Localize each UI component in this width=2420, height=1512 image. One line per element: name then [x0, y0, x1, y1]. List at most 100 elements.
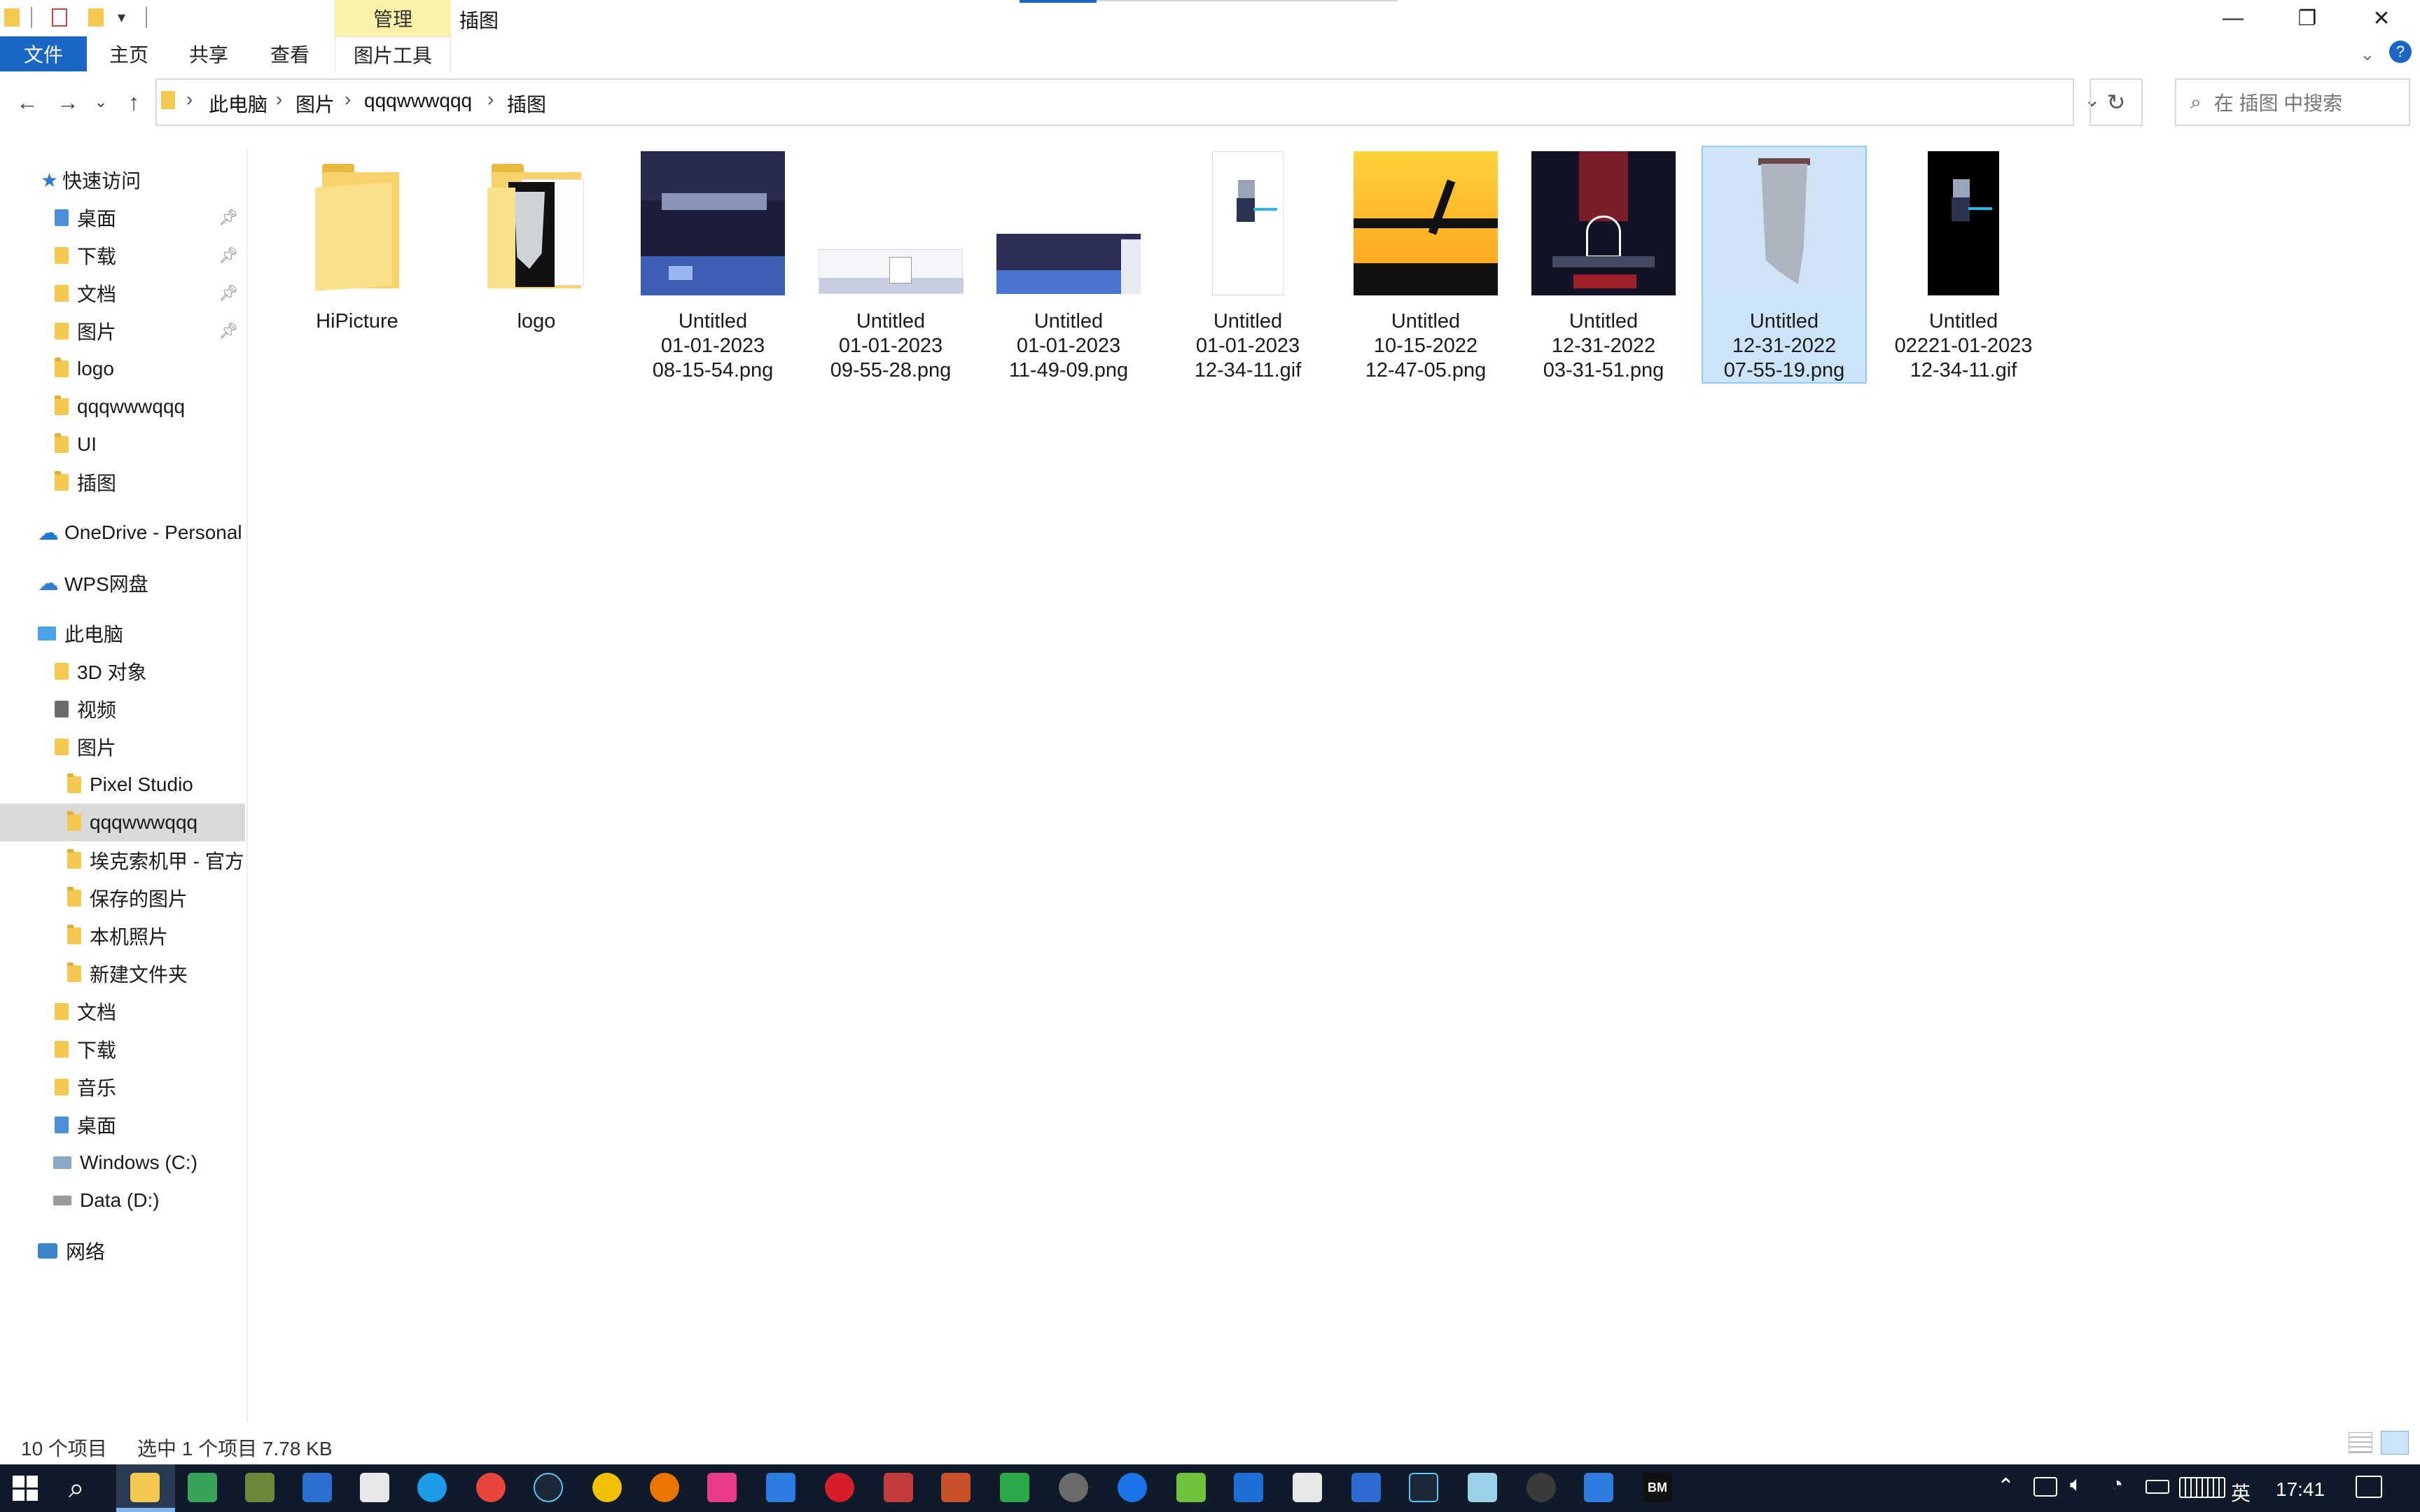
sidebar-item-pc-desktop[interactable]: 桌面 — [0, 1106, 245, 1144]
app-triangle-icon[interactable] — [1176, 1473, 1206, 1502]
sidebar-item-ui[interactable]: UI — [0, 426, 245, 463]
recent-locations-button[interactable]: ⌄ — [87, 83, 115, 122]
properties-icon[interactable] — [52, 8, 67, 27]
wifi-icon[interactable]: ◔ — [2110, 1473, 2123, 1497]
tray-app-icon[interactable] — [2033, 1477, 2057, 1497]
breadcrumb-pictures[interactable]: 图片 — [295, 90, 335, 118]
restore-button[interactable]: ❐ — [2270, 0, 2344, 36]
search-input[interactable]: ⌕ 在 插图 中搜索 — [2175, 78, 2410, 126]
sidebar-item-documents[interactable]: 文档 📌︎ — [0, 274, 245, 312]
app-window-icon[interactable] — [302, 1473, 332, 1502]
file-item-image[interactable]: Untitled 10-15-2022 12-47-05.png — [1343, 147, 1508, 385]
customize-quick-access-icon[interactable]: ▾ — [118, 8, 125, 27]
breadcrumb-separator-icon[interactable]: › — [186, 88, 193, 111]
breadcrumb-separator-icon[interactable]: › — [487, 88, 494, 111]
volume-icon[interactable]: 🔈︎ — [2070, 1473, 2082, 1497]
sidebar-item-downloads[interactable]: 下载 📌︎ — [0, 237, 245, 274]
sidebar-item-wps-drive[interactable]: ☁ WPS网盘 — [0, 564, 245, 602]
sidebar-item-exo-mecha[interactable]: 埃克索机甲 - 官方 — [0, 841, 245, 879]
sidebar-item-new-folder[interactable]: 新建文件夹 — [0, 955, 245, 993]
app-minecraft-icon[interactable] — [245, 1473, 274, 1502]
sidebar-item-pc-pictures[interactable]: 图片 — [0, 728, 245, 766]
tab-picture-tools[interactable]: 图片工具 — [335, 36, 451, 71]
sidebar-item-3d-objects[interactable]: 3D 对象 — [0, 652, 245, 690]
breadcrumb-qqqwwwqqq[interactable]: qqqwwwqqq — [364, 90, 472, 112]
sidebar-item-this-pc[interactable]: 此电脑 — [0, 615, 245, 652]
ime-indicator[interactable]: 英 — [2231, 1478, 2251, 1506]
app-red-icon[interactable] — [884, 1473, 913, 1502]
app-ps-icon[interactable] — [707, 1473, 737, 1502]
chrome-icon[interactable] — [476, 1473, 506, 1502]
details-view-icon[interactable] — [2349, 1432, 2372, 1453]
sidebar-item-desktop[interactable]: 桌面 📌︎ — [0, 199, 245, 237]
file-item-image-selected[interactable]: Untitled 12-31-2022 07-55-19.png — [1702, 146, 1867, 384]
store-icon[interactable] — [1293, 1473, 1322, 1502]
file-item-gif[interactable]: Untitled 02221-01-2023 12-34-11.gif — [1881, 147, 2046, 385]
sidebar-item-saved-pictures[interactable]: 保存的图片 — [0, 879, 245, 917]
sidebar-item-network[interactable]: 网络 — [0, 1232, 245, 1270]
app-yellow-icon[interactable] — [592, 1473, 622, 1502]
file-item-image[interactable]: Untitled 01-01-2023 09-55-28.png — [808, 147, 973, 385]
sidebar-item-logo[interactable]: logo — [0, 350, 245, 388]
file-explorer-icon[interactable] — [130, 1473, 160, 1502]
app-leaf-icon[interactable] — [188, 1473, 217, 1502]
large-icons-view-icon[interactable] — [2381, 1431, 2409, 1455]
sidebar-item-pixel-studio[interactable]: Pixel Studio — [0, 766, 245, 804]
app-bm-icon[interactable]: BM — [1643, 1473, 1672, 1502]
file-item-folder-logo[interactable]: logo — [454, 147, 619, 385]
steam-2-icon[interactable] — [1409, 1473, 1438, 1502]
notification-center-icon[interactable] — [2356, 1476, 2382, 1498]
keyboard-icon[interactable] — [2179, 1477, 2225, 1498]
sidebar-item-drive-c[interactable]: Windows (C:) — [0, 1144, 245, 1182]
breadcrumb-this-pc[interactable]: 此电脑 — [209, 90, 267, 118]
breadcrumb-separator-icon[interactable]: › — [345, 88, 351, 111]
breadcrumb-current[interactable]: 插图 — [507, 90, 546, 118]
tab-file[interactable]: 文件 — [0, 36, 87, 71]
sidebar-item-drive-d[interactable]: Data (D:) — [0, 1182, 245, 1219]
breadcrumb-separator-icon[interactable]: › — [276, 88, 282, 111]
settings-gear-icon[interactable] — [1059, 1473, 1088, 1502]
blender-icon[interactable] — [650, 1473, 679, 1502]
search-icon[interactable]: ⌕ — [69, 1473, 84, 1504]
file-item-image[interactable]: Untitled 01-01-2023 11-49-09.png — [986, 147, 1151, 385]
file-item-image[interactable]: Untitled 12-31-2022 03-31-51.png — [1521, 147, 1686, 385]
new-folder-icon[interactable] — [88, 8, 104, 27]
battery-icon[interactable] — [2146, 1480, 2169, 1494]
photos-icon[interactable] — [1351, 1473, 1381, 1502]
sidebar-item-videos[interactable]: 视频 — [0, 690, 245, 728]
sidebar-item-pc-downloads[interactable]: 下载 — [0, 1030, 245, 1068]
up-button[interactable]: ↑ — [116, 83, 151, 122]
netease-music-icon[interactable] — [825, 1473, 854, 1502]
back-button[interactable]: ← — [10, 83, 45, 122]
help-icon[interactable]: ? — [2389, 41, 2412, 63]
sidebar-item-qqqwwwqqq-selected[interactable]: qqqwwwqqq — [0, 804, 245, 841]
file-item-image[interactable]: Untitled 01-01-2023 08-15-54.png — [630, 147, 795, 385]
app-disc-icon[interactable] — [1527, 1473, 1556, 1502]
steam-icon[interactable] — [534, 1473, 563, 1502]
start-windows-icon[interactable] — [13, 1476, 38, 1501]
sidebar-item-qqqwwwqqq[interactable]: qqqwwwqqq — [0, 388, 245, 426]
sidebar-item-music[interactable]: 音乐 — [0, 1068, 245, 1106]
tab-view[interactable]: 查看 — [259, 36, 321, 71]
file-item-gif[interactable]: Untitled 01-01-2023 12-34-11.gif — [1165, 147, 1330, 385]
expand-ribbon-icon[interactable]: ⌄ — [2360, 43, 2375, 65]
file-item-folder-hipicture[interactable]: HiPicture — [274, 147, 440, 385]
edge-icon[interactable] — [417, 1473, 447, 1502]
sidebar-item-pictures[interactable]: 图片 📌︎ — [0, 312, 245, 350]
refresh-button[interactable]: ↻ — [2089, 78, 2143, 126]
app-face-icon[interactable] — [1584, 1473, 1613, 1502]
maps-icon[interactable] — [1000, 1473, 1029, 1502]
sidebar-item-quick-access[interactable]: ★ 快速访问 — [0, 161, 245, 199]
tab-home[interactable]: 主页 — [98, 36, 160, 71]
sidebar-item-pc-documents[interactable]: 文档 — [0, 993, 245, 1030]
clock[interactable]: 17:41 — [2276, 1478, 2325, 1501]
app-book-icon[interactable] — [1468, 1473, 1497, 1502]
close-button[interactable]: ✕ — [2344, 0, 2419, 36]
sidebar-item-illustrations[interactable]: 插图 — [0, 463, 245, 501]
sidebar-item-camera-roll[interactable]: 本机照片 — [0, 917, 245, 955]
sidebar-item-onedrive[interactable]: ☁ OneDrive - Personal — [0, 514, 245, 552]
app-notes-icon[interactable] — [360, 1473, 389, 1502]
minimize-button[interactable]: — — [2196, 0, 2270, 36]
winrar-icon[interactable] — [941, 1473, 971, 1502]
app-blue-2-icon[interactable] — [1234, 1473, 1263, 1502]
